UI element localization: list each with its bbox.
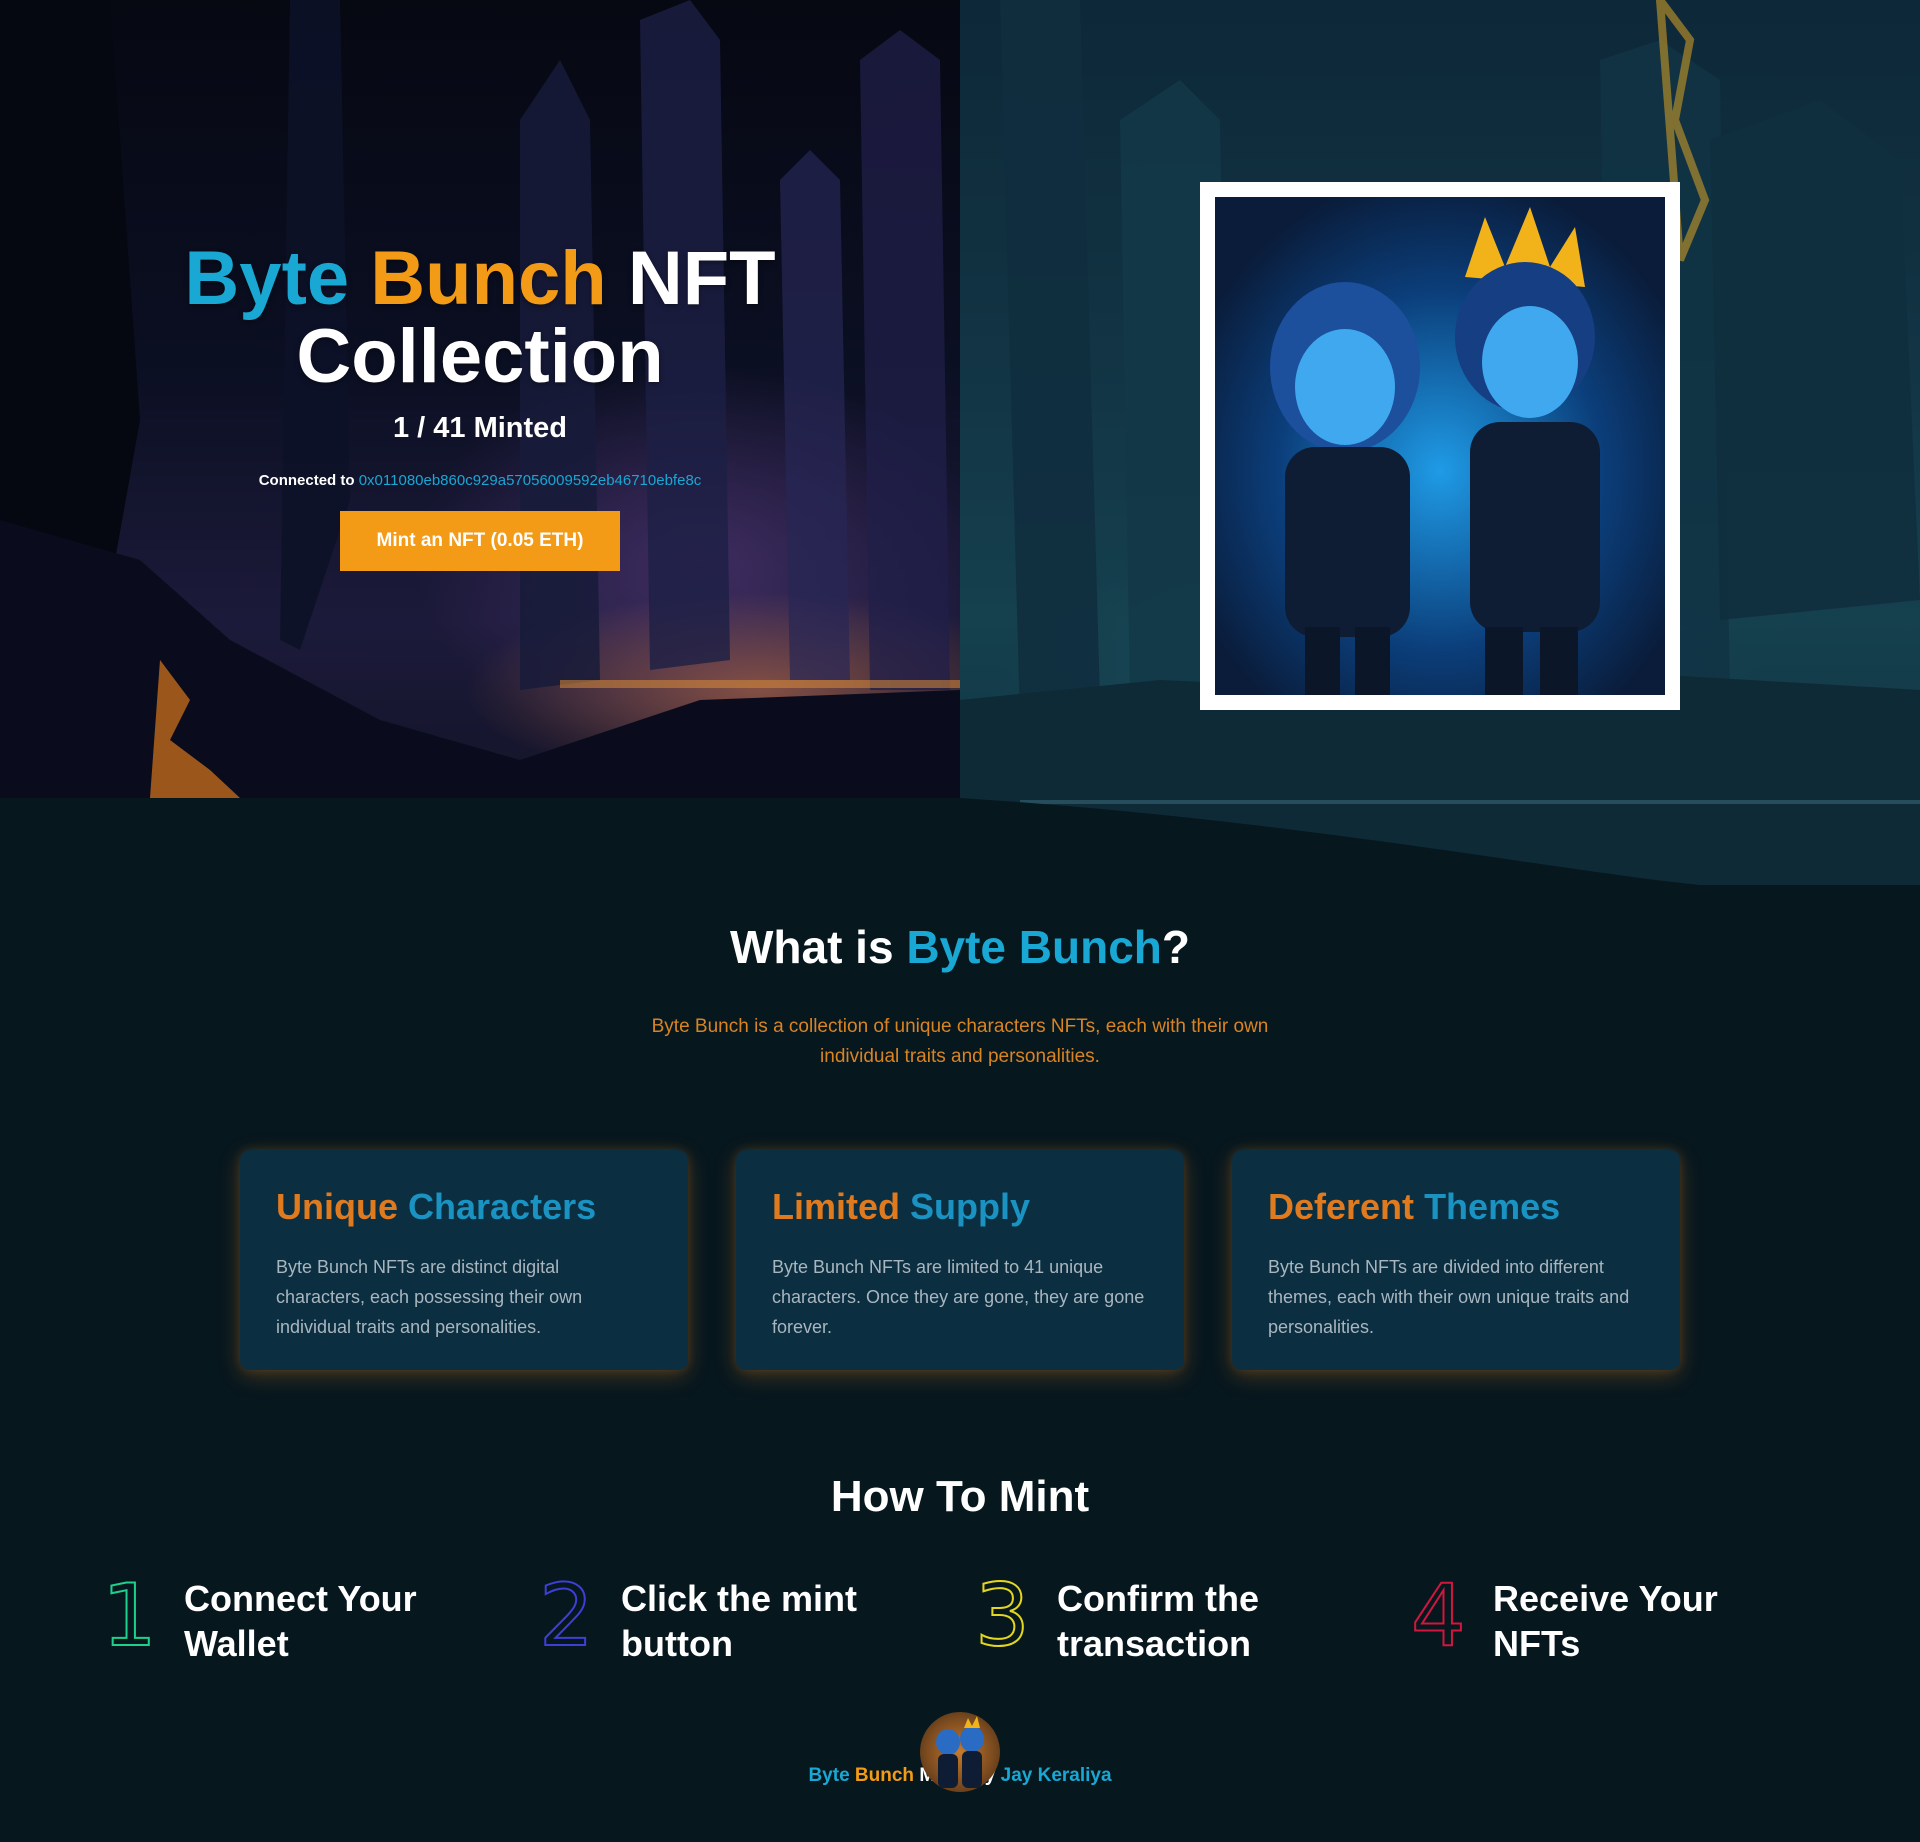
hero-title-nft: NFT	[627, 236, 776, 321]
feature-card-title: Unique Characters	[276, 1186, 652, 1228]
feature-card-unique-characters: Unique Characters Byte Bunch NFTs are di…	[240, 1150, 688, 1370]
feature-card-text: Byte Bunch NFTs are limited to 41 unique…	[772, 1257, 1145, 1337]
hero-section: Byte Bunch NFT Collection 1 / 41 Minted …	[0, 0, 1920, 885]
feature-card-limited-supply: Limited Supply Byte Bunch NFTs are limit…	[736, 1150, 1184, 1370]
about-title-prefix: What is	[729, 921, 894, 973]
about-title-suffix: ?	[1161, 921, 1191, 973]
hero-title: Byte Bunch NFT Collection	[160, 240, 800, 396]
avatar-characters-icon	[936, 1716, 984, 1788]
feature-title-part2: Characters	[408, 1186, 597, 1227]
connected-label: Connected to	[258, 472, 355, 489]
about-title: What is Byte Bunch?	[0, 920, 1920, 974]
step-number: 1	[101, 1565, 158, 1667]
nft-preview-frame	[1200, 182, 1680, 710]
hero-title-collection: Collection	[296, 314, 664, 399]
feature-title-part1: Unique	[276, 1186, 398, 1227]
feature-title-part1: Limited	[772, 1186, 901, 1227]
step-number: 3	[974, 1565, 1031, 1667]
feature-title-part2: Themes	[1424, 1186, 1561, 1227]
feature-title-part1: Deferent	[1268, 1186, 1415, 1227]
step-label: Receive Your NFTs	[1493, 1578, 1718, 1664]
feature-card-different-themes: Deferent Themes Byte Bunch NFTs are divi…	[1232, 1150, 1680, 1370]
mint-nft-button[interactable]: Mint an NFT (0.05 ETH)	[340, 511, 620, 571]
footer-avatar	[920, 1712, 1000, 1792]
how-to-mint-title: How To Mint	[830, 1472, 1090, 1521]
about-title-highlight: Byte Bunch	[906, 921, 1162, 973]
minted-count: 1 / 41 Minted	[392, 412, 568, 444]
wallet-address: 0x011080eb860c929a57056009592eb46710ebfe…	[358, 472, 702, 489]
step-label: Connect Your Wallet	[184, 1578, 417, 1664]
hero-title-bunch: Bunch	[370, 236, 607, 321]
nft-preview-image	[1215, 197, 1665, 695]
feature-title-part2: Supply	[910, 1186, 1031, 1227]
about-description: Byte Bunch is a collection of unique cha…	[651, 1016, 1269, 1067]
footer-author-link[interactable]: Jay Keraliya	[1001, 1765, 1112, 1786]
feature-card-title: Deferent Themes	[1268, 1186, 1644, 1228]
hero-title-byte: Byte	[184, 236, 350, 321]
wallet-connection-status: Connected to 0x011080eb860c929a570560095…	[160, 472, 800, 489]
feature-card-text: Byte Bunch NFTs are distinct digital cha…	[276, 1257, 583, 1337]
step-number: 2	[538, 1565, 595, 1667]
step-label: Confirm the transaction	[1057, 1578, 1259, 1664]
step-number: 4	[1410, 1565, 1467, 1667]
footer-brand-bunch: Bunch	[854, 1765, 915, 1786]
footer-brand-byte: Byte	[808, 1765, 850, 1786]
feature-card-text: Byte Bunch NFTs are divided into differe…	[1268, 1257, 1630, 1337]
feature-card-title: Limited Supply	[772, 1186, 1148, 1228]
step-label: Click the mint button	[621, 1578, 858, 1664]
